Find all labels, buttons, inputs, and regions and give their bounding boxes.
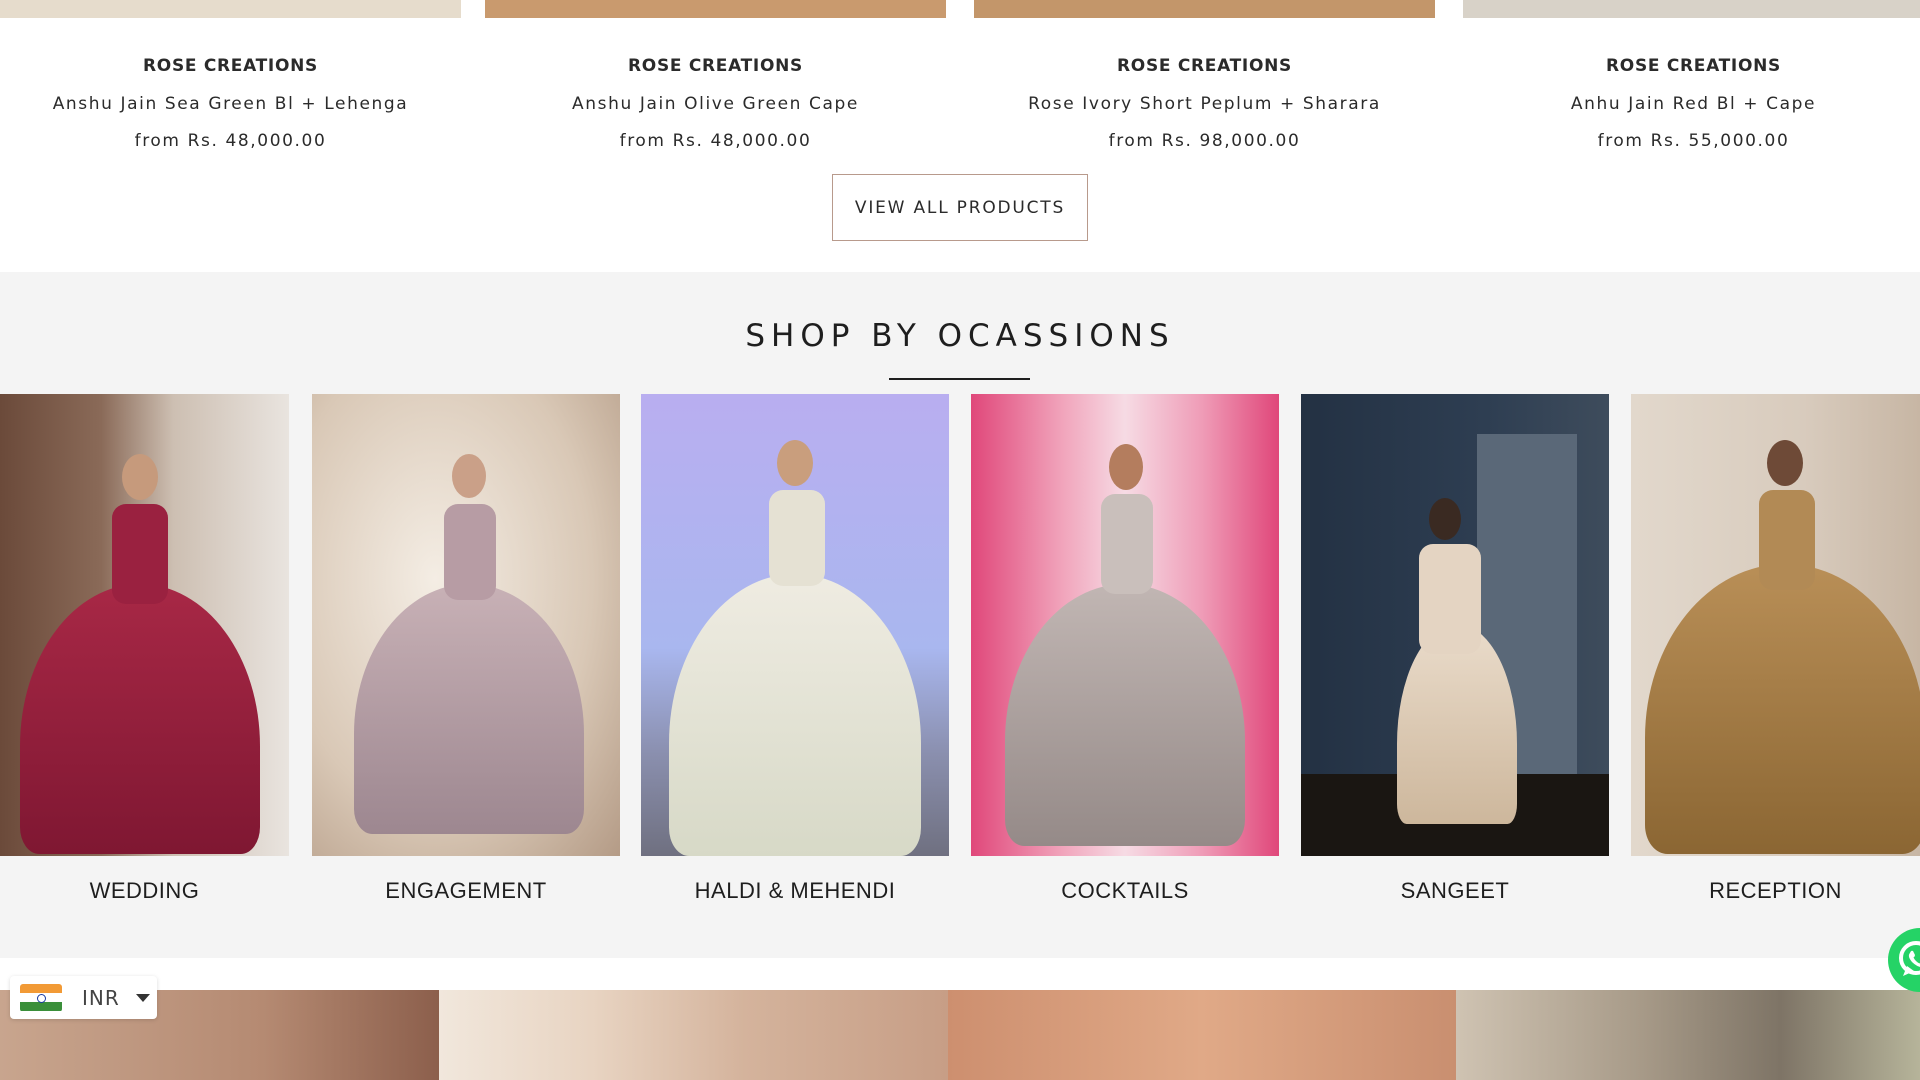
view-all-products-button[interactable]: VIEW ALL PRODUCTS <box>832 174 1088 241</box>
product-price: from Rs. 48,000.00 <box>134 131 327 151</box>
occasion-image[interactable] <box>641 394 949 856</box>
currency-code: INR <box>82 985 120 1010</box>
occasion-image[interactable] <box>971 394 1279 856</box>
banner-image[interactable] <box>1456 990 1920 1080</box>
occasion-label[interactable]: SANGEET <box>1301 878 1609 904</box>
product-card[interactable]: ROSE CREATIONS Anhu Jain Red Bl + Cape f… <box>1463 0 1920 151</box>
title-divider <box>889 378 1030 380</box>
occasion-image[interactable] <box>1631 394 1920 856</box>
occasion-card-reception[interactable]: RECEPTION <box>1631 394 1920 903</box>
product-price: from Rs. 48,000.00 <box>619 131 812 151</box>
occasion-label[interactable]: ENGAGEMENT <box>312 878 620 904</box>
product-brand: ROSE CREATIONS <box>1117 56 1292 76</box>
product-row: ROSE CREATIONS Anshu Jain Sea Green Bl +… <box>0 0 1920 272</box>
product-image[interactable] <box>974 0 1435 18</box>
occasion-label[interactable]: WEDDING <box>0 878 289 904</box>
product-image[interactable] <box>1463 0 1920 18</box>
occasion-card-haldi-mehendi[interactable]: HALDI & MEHENDI <box>641 394 949 903</box>
product-price: from Rs. 98,000.00 <box>1108 131 1301 151</box>
product-brand: ROSE CREATIONS <box>628 56 803 76</box>
occasion-card-sangeet[interactable]: SANGEET <box>1301 394 1609 903</box>
banner-image[interactable] <box>439 990 948 1080</box>
currency-selector[interactable]: INR <box>10 976 157 1019</box>
product-brand: ROSE CREATIONS <box>143 56 318 76</box>
bottom-banner-strip <box>0 990 1920 1080</box>
occasion-image[interactable] <box>1301 394 1609 856</box>
occasion-image[interactable] <box>312 394 620 856</box>
whatsapp-icon <box>1899 941 1920 976</box>
product-card[interactable]: ROSE CREATIONS Anshu Jain Sea Green Bl +… <box>0 0 461 151</box>
occasion-image[interactable] <box>0 394 289 856</box>
occasion-label[interactable]: COCKTAILS <box>971 878 1279 904</box>
product-name[interactable]: Anshu Jain Sea Green Bl + Lehenga <box>0 94 461 114</box>
section-title: SHOP BY OCASSIONS <box>745 318 1175 354</box>
shop-by-occasions-section: SHOP BY OCASSIONS WEDDING ENGAGEMENT HAL… <box>0 272 1920 958</box>
product-brand: ROSE CREATIONS <box>1606 56 1781 76</box>
banner-image[interactable] <box>948 990 1456 1080</box>
product-card[interactable]: ROSE CREATIONS Anshu Jain Olive Green Ca… <box>485 0 946 151</box>
occasion-card-cocktails[interactable]: COCKTAILS <box>971 394 1279 903</box>
occasion-label[interactable]: RECEPTION <box>1631 878 1920 904</box>
occasion-card-wedding[interactable]: WEDDING <box>0 394 289 903</box>
occasion-card-engagement[interactable]: ENGAGEMENT <box>312 394 620 903</box>
chevron-down-icon <box>135 993 150 1002</box>
product-price: from Rs. 55,000.00 <box>1597 131 1790 151</box>
product-image[interactable] <box>0 0 461 18</box>
product-image[interactable] <box>485 0 946 18</box>
india-flag-icon <box>20 983 62 1012</box>
product-name[interactable]: Anhu Jain Red Bl + Cape <box>1463 94 1920 114</box>
occasion-label[interactable]: HALDI & MEHENDI <box>641 878 949 904</box>
product-name[interactable]: Anshu Jain Olive Green Cape <box>485 94 946 114</box>
product-name[interactable]: Rose Ivory Short Peplum + Sharara <box>974 94 1435 114</box>
product-card[interactable]: ROSE CREATIONS Rose Ivory Short Peplum +… <box>974 0 1435 151</box>
